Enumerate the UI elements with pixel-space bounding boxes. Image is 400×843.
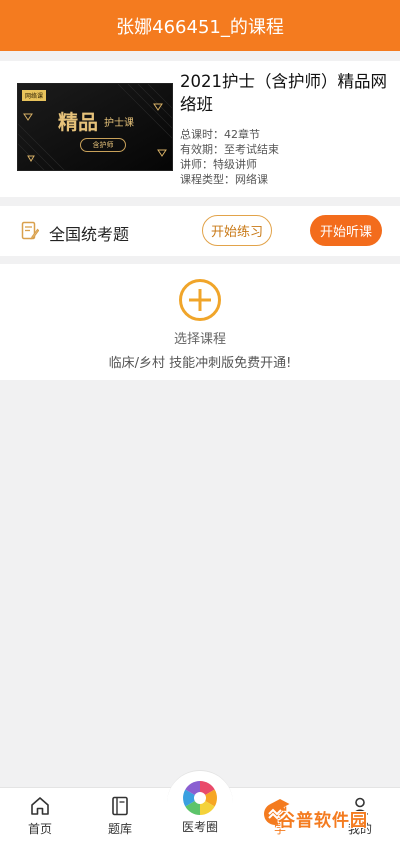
- start-practice-button[interactable]: 开始练习: [202, 215, 272, 246]
- app-screen: 张娜466451_的课程 网络课 精品 护士课 含护师 2021护士（含护师）精…: [0, 0, 400, 843]
- home-icon: [29, 795, 51, 817]
- promo-text: 临床/乡村 技能冲刺版免费开通!: [108, 356, 292, 371]
- page-title: 张娜466451_的课程: [116, 16, 284, 38]
- top-bar: 张娜466451_的课程: [0, 0, 400, 51]
- plus-circle-icon[interactable]: [178, 278, 222, 326]
- course-card[interactable]: 网络课 精品 护士课 含护师 2021护士（含护师）精品网络班 总课时：42章节…: [0, 61, 400, 197]
- meta-teacher: 讲师：特级讲师: [180, 158, 257, 171]
- nav-question-bank[interactable]: 题库: [90, 788, 150, 843]
- edit-icon: [21, 221, 40, 245]
- thumbnail-tag: 网络课: [22, 90, 47, 101]
- start-listen-button[interactable]: 开始听课: [310, 215, 382, 246]
- meta-total-hours: 总课时：42章节: [180, 128, 260, 141]
- book-icon: [109, 795, 131, 817]
- nav-home[interactable]: 首页: [10, 788, 70, 843]
- nav-question-bank-label: 题库: [107, 822, 132, 836]
- select-course-panel: 选择课程 临床/乡村 技能冲刺版免费开通!: [0, 264, 400, 380]
- course-thumbnail[interactable]: 网络课 精品 护士课 含护师: [17, 83, 173, 171]
- course-title[interactable]: 2021护士（含护师）精品网络班: [180, 70, 390, 116]
- thumbnail-big-text: 精品: [58, 110, 98, 134]
- nav-center-label[interactable]: 医考圈: [170, 818, 230, 835]
- aperture-icon: [181, 779, 219, 817]
- select-course-label[interactable]: 选择课程: [0, 328, 400, 347]
- exam-section: 全国统考题 开始练习 开始听课: [0, 206, 400, 256]
- thumbnail-badge: 含护师: [80, 138, 126, 152]
- watermark-text: 谷普软件园: [278, 811, 368, 831]
- meta-course-type: 课程类型：网络课: [180, 173, 268, 186]
- exam-title: 全国统考题: [49, 225, 130, 244]
- thumbnail-small-text: 护士课: [104, 118, 134, 129]
- meta-validity: 有效期：至考试结束: [180, 143, 279, 156]
- course-meta: 总课时：42章节 有效期：至考试结束 讲师：特级讲师 课程类型：网络课: [180, 127, 279, 187]
- nav-home-label: 首页: [27, 822, 52, 836]
